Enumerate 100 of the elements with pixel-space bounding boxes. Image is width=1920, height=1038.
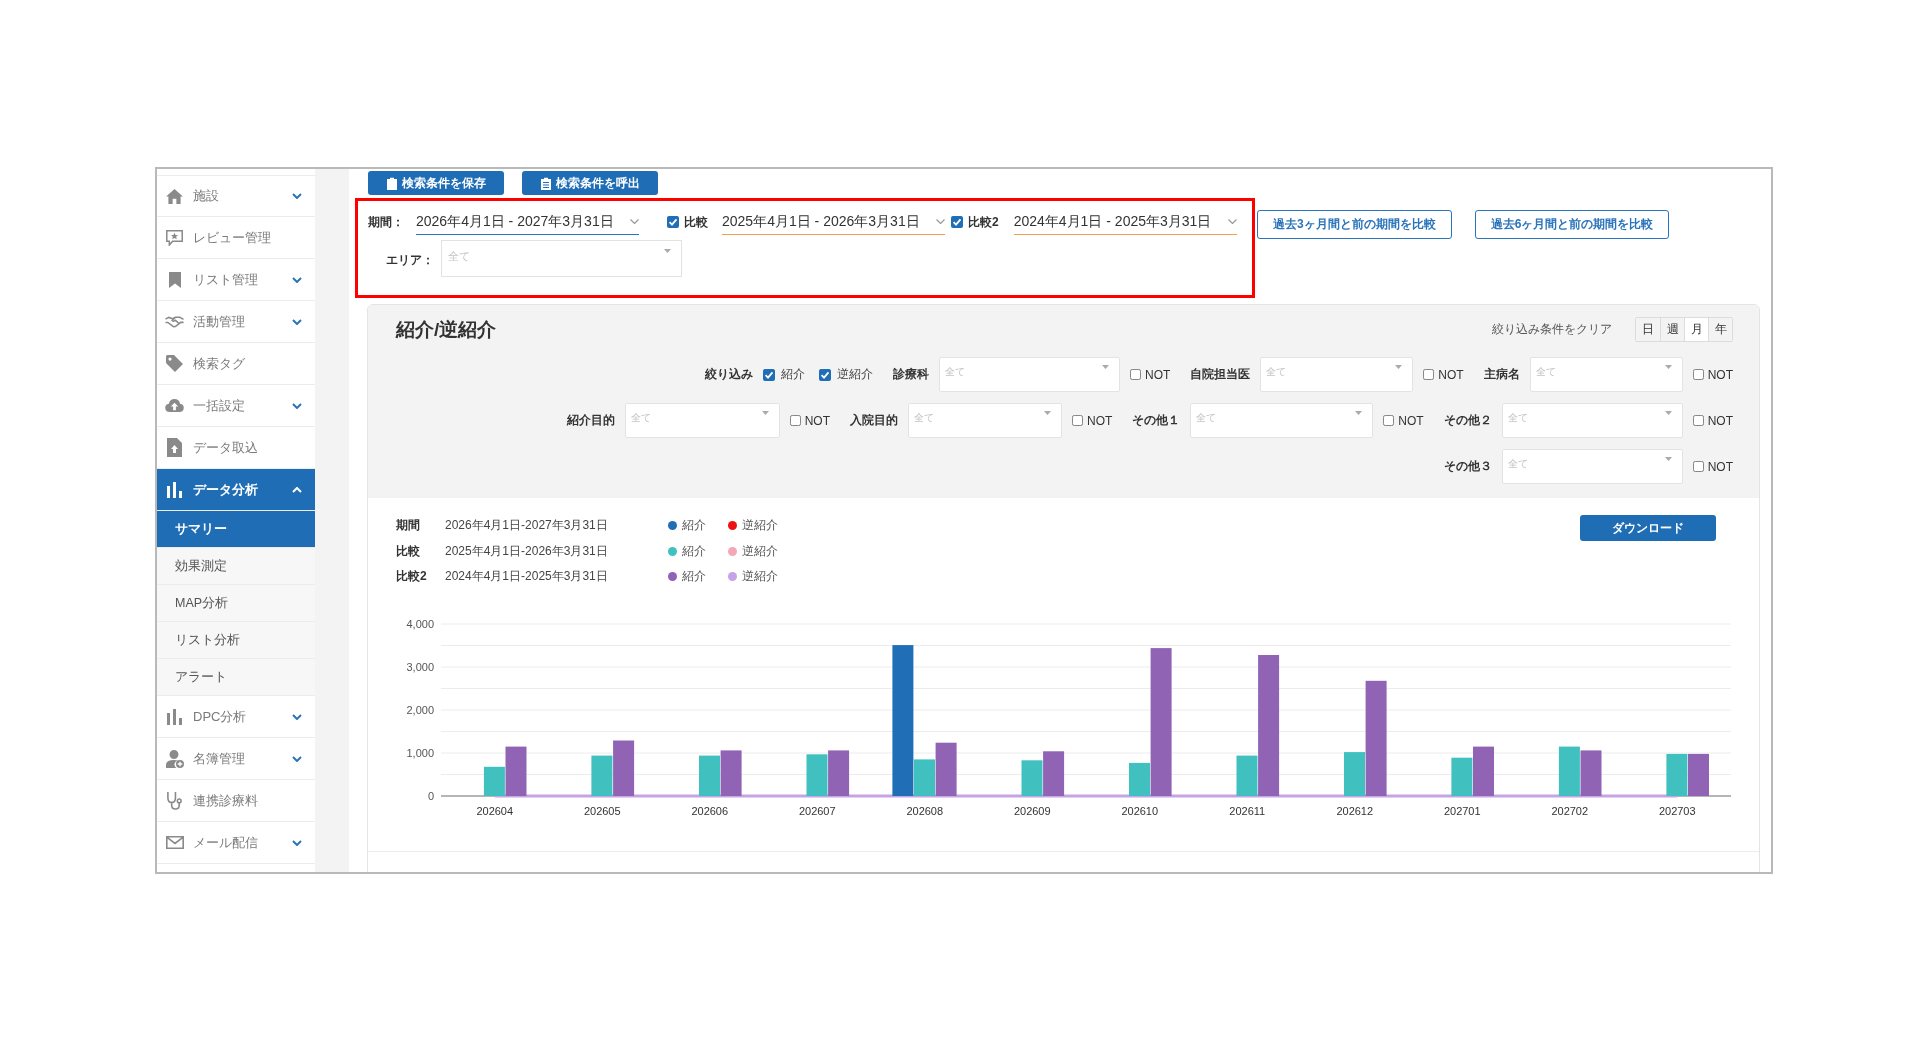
compare-button[interactable]: 過去6ヶ月間と前の期間を比較: [1474, 210, 1670, 239]
legend-text: 紹介: [682, 542, 706, 560]
cloud-upload-icon: [165, 399, 184, 412]
person-plus-icon: [165, 749, 184, 768]
chart-bar: [591, 755, 613, 796]
legend-label: 比較2: [396, 568, 428, 586]
checkbox-label: NOT: [1144, 367, 1171, 382]
clipboard-icon: [386, 176, 397, 190]
axis-label: 202610: [1121, 804, 1159, 817]
checkbox[interactable]: [1129, 369, 1141, 380]
axis-label: 202702: [1551, 804, 1589, 817]
sidebar-subitem[interactable]: サマリー: [157, 511, 315, 548]
caret-icon: [1101, 365, 1109, 369]
checkbox[interactable]: [951, 216, 963, 228]
clear-filters-link[interactable]: 絞り込み条件をクリア: [1492, 321, 1612, 338]
save-button[interactable]: 検索条件を保存: [368, 171, 504, 195]
legend-label: 比較: [396, 542, 421, 560]
axis-label: 202604: [476, 804, 514, 817]
sidebar-subitem[interactable]: リスト分析: [157, 622, 315, 659]
caret-icon: [1355, 411, 1363, 415]
panel-title: 紹介/逆紹介: [396, 317, 497, 342]
caret-icon: [1043, 411, 1051, 415]
chart-bar: [1688, 753, 1709, 796]
period-tab[interactable]: 年: [1708, 318, 1732, 341]
axis-label: 4,000: [406, 617, 434, 630]
checkbox[interactable]: [1383, 415, 1395, 426]
axis-label: 202606: [691, 804, 729, 817]
caret-icon: [1395, 365, 1403, 369]
sidebar-item[interactable]: 施設: [157, 175, 315, 217]
tag-icon: [166, 355, 183, 372]
sidebar-subitem[interactable]: MAP分析: [157, 585, 315, 622]
legend-date-range: 2026年4月1日-2027年3月31日: [445, 517, 609, 535]
checkbox[interactable]: [1692, 369, 1704, 380]
chart-bar: [699, 755, 720, 796]
axis-label: 1,000: [406, 746, 434, 759]
checkbox[interactable]: [1071, 415, 1083, 426]
checkbox[interactable]: [667, 216, 679, 228]
axis-label: 0: [427, 789, 434, 802]
legend-date-range: 2025年4月1日-2026年3月31日: [445, 542, 609, 560]
bookmark-icon: [168, 271, 181, 288]
clipboard-icon: [540, 176, 551, 190]
sidebar-subitem[interactable]: アラート: [157, 659, 315, 696]
legend-text: 逆紹介: [742, 542, 778, 560]
filter-label: 自院担当医: [1190, 366, 1251, 383]
checkbox[interactable]: [1692, 461, 1704, 472]
caret-icon: [1664, 411, 1672, 415]
checkbox-label: NOT: [1707, 459, 1733, 474]
chevron-icon: [1227, 219, 1237, 224]
legend-text: 紹介: [682, 568, 706, 586]
stethoscope-icon: [166, 791, 183, 810]
checkbox-label: NOT: [1086, 413, 1113, 428]
sidebar-subitem[interactable]: 効果測定: [157, 548, 315, 585]
date-range-field[interactable]: 2024年4月1日 - 2025年3月31日: [1013, 209, 1237, 235]
field-label: 期間：: [368, 213, 405, 231]
axis-label: 3,000: [406, 660, 434, 673]
axis-label: 202611: [1229, 804, 1266, 817]
filter-label: 紹介目的: [566, 412, 615, 429]
axis-label: 202703: [1658, 804, 1696, 817]
checkbox[interactable]: [789, 415, 801, 426]
checkbox[interactable]: [818, 368, 831, 381]
house-icon: [166, 188, 183, 204]
checkbox-label: NOT: [1707, 413, 1733, 428]
chart-bar: [1043, 750, 1065, 796]
field-label: エリア：: [386, 252, 434, 269]
envelope-icon: [165, 836, 184, 849]
chart-bar: [1666, 753, 1688, 796]
legend-text: 紹介: [682, 517, 706, 535]
axis-label: 202605: [583, 804, 621, 817]
chart-bar: [1580, 749, 1602, 796]
checkbox-label: NOT: [1438, 367, 1464, 382]
checkbox-label: 紹介: [780, 366, 805, 383]
chevron-icon: [630, 219, 639, 224]
checkbox[interactable]: [1423, 369, 1435, 380]
axis-label: 2,000: [406, 703, 434, 716]
axis-label: 202609: [1013, 804, 1051, 817]
date-range-field[interactable]: 2025年4月1日 - 2026年3月31日: [722, 209, 945, 235]
handshake-icon: [165, 315, 184, 328]
sidebar-item[interactable]: データ分析: [157, 469, 315, 511]
checkbox[interactable]: [1692, 415, 1704, 426]
chart-bar: [1451, 757, 1473, 796]
compare-button[interactable]: 過去3ヶ月間と前の期間を比較: [1257, 210, 1452, 239]
filter-label: 絞り込み: [704, 366, 753, 383]
caret-icon: [1664, 457, 1672, 461]
axis-label: 202608: [906, 804, 944, 817]
chart-bar: [828, 749, 850, 796]
checkbox[interactable]: [762, 368, 775, 381]
download-button[interactable]: ダウンロード: [1580, 515, 1716, 541]
load-button[interactable]: 検索条件を呼出: [522, 171, 658, 195]
caret-icon: [664, 249, 671, 253]
axis-label: 202612: [1336, 804, 1374, 817]
legend-date-range: 2024年4月1日-2025年3月31日: [445, 568, 609, 586]
chevron-icon: [936, 219, 945, 224]
filter-label: 主病名: [1483, 366, 1520, 383]
checkbox-label: 比較: [684, 213, 708, 231]
checkbox-label: NOT: [1707, 367, 1733, 382]
period-tab[interactable]: 月: [1684, 318, 1708, 341]
chart-bar: [1558, 746, 1580, 796]
filter-label: その他３: [1443, 458, 1492, 475]
chart-bar: [720, 749, 742, 796]
date-range-field[interactable]: 2026年4月1日 - 2027年3月31日: [416, 209, 639, 235]
